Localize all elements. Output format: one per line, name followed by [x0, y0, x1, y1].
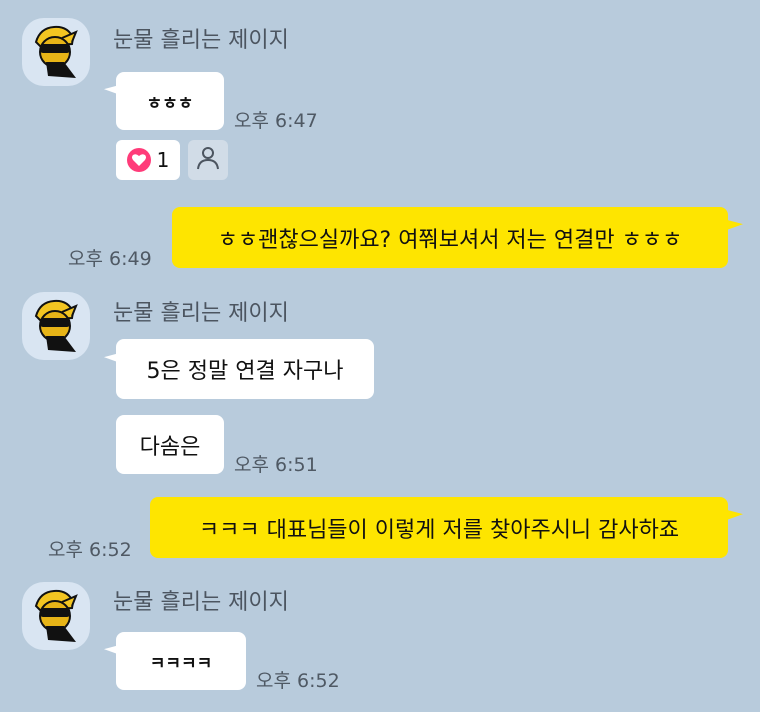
- message-time: 오후 6:52: [48, 539, 132, 561]
- sender-avatar[interactable]: [22, 292, 90, 360]
- message-time: 오후 6:47: [234, 110, 318, 132]
- sender-avatar[interactable]: [22, 582, 90, 650]
- bubble-tail: [727, 214, 743, 230]
- bubble-tail: [727, 504, 743, 520]
- message-time: 오후 6:52: [256, 670, 340, 692]
- sender-name: 눈물 흘리는 제이지: [113, 590, 289, 615]
- message-bubble[interactable]: ㅎㅎㅎ: [116, 72, 224, 130]
- reaction-badge[interactable]: 1: [116, 140, 180, 180]
- message-bubble[interactable]: ㅎㅎ괜찮으실까요? 여쭤보셔서 저는 연결만 ㅎㅎㅎ: [172, 207, 728, 268]
- sender-avatar[interactable]: [22, 18, 90, 86]
- add-reaction-button[interactable]: [188, 140, 228, 180]
- heart-icon: [126, 148, 151, 172]
- message-bubble[interactable]: 다솜은: [116, 415, 224, 474]
- sender-name: 눈물 흘리는 제이지: [113, 28, 289, 53]
- person-icon: [195, 145, 221, 175]
- message-bubble[interactable]: ㅋㅋㅋㅋ: [116, 632, 246, 690]
- message-time: 오후 6:51: [234, 454, 318, 476]
- message-bubble[interactable]: ㅋㅋㅋ 대표님들이 이렇게 저를 찾아주시니 감사하죠: [150, 497, 728, 558]
- message-bubble[interactable]: 5은 정말 연결 자구나: [116, 339, 374, 399]
- reaction-count: 1: [156, 148, 170, 172]
- message-time: 오후 6:49: [68, 248, 152, 270]
- sender-name: 눈물 흘리는 제이지: [113, 301, 289, 326]
